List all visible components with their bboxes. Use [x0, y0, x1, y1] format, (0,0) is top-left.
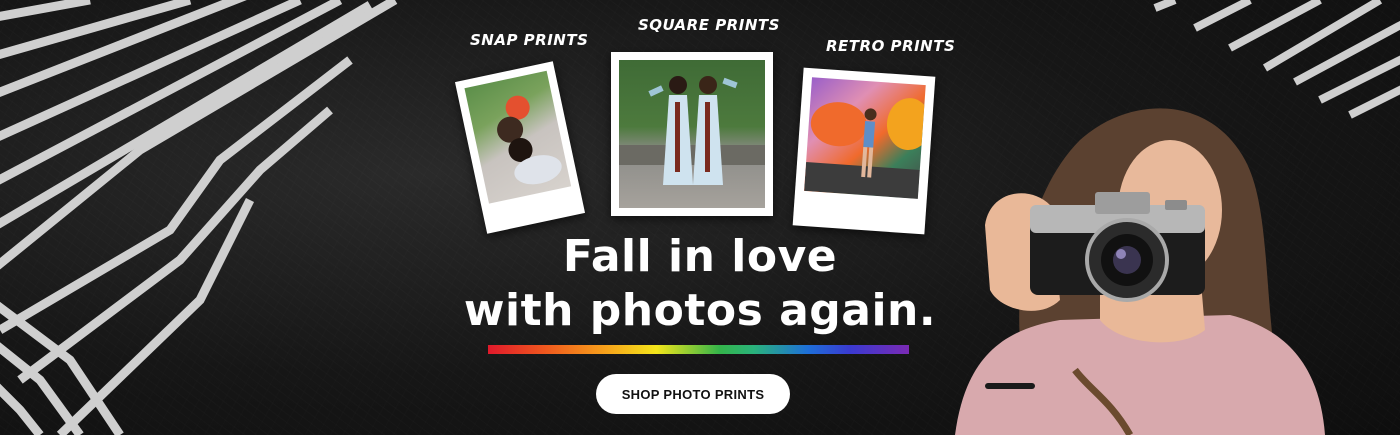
left-stripe-graphic [0, 0, 398, 435]
retro-print-polaroid [792, 67, 936, 235]
hero-banner: SNAP PRINTS SQUARE PRINTS RETRO PRINTS F… [0, 0, 1400, 435]
shop-photo-prints-button[interactable]: SHOP PHOTO PRINTS [596, 374, 790, 414]
square-print-polaroid [611, 52, 773, 216]
snap-print-photo [464, 70, 572, 204]
snap-prints-caption: SNAP PRINTS [470, 31, 589, 49]
square-print-photo [619, 60, 765, 208]
square-prints-caption: SQUARE PRINTS [638, 16, 780, 34]
mural-woman-image [804, 98, 926, 199]
retro-prints-caption: RETRO PRINTS [826, 37, 956, 55]
rainbow-divider [488, 345, 909, 354]
graduates-image [619, 76, 765, 185]
headline-line-2: with photos again. [463, 285, 937, 336]
friends-lying-image [497, 95, 562, 185]
retro-print-photo [804, 77, 926, 199]
headline: Fall in love with photos again. [440, 230, 960, 338]
headline-line-1: Fall in love [562, 231, 838, 282]
